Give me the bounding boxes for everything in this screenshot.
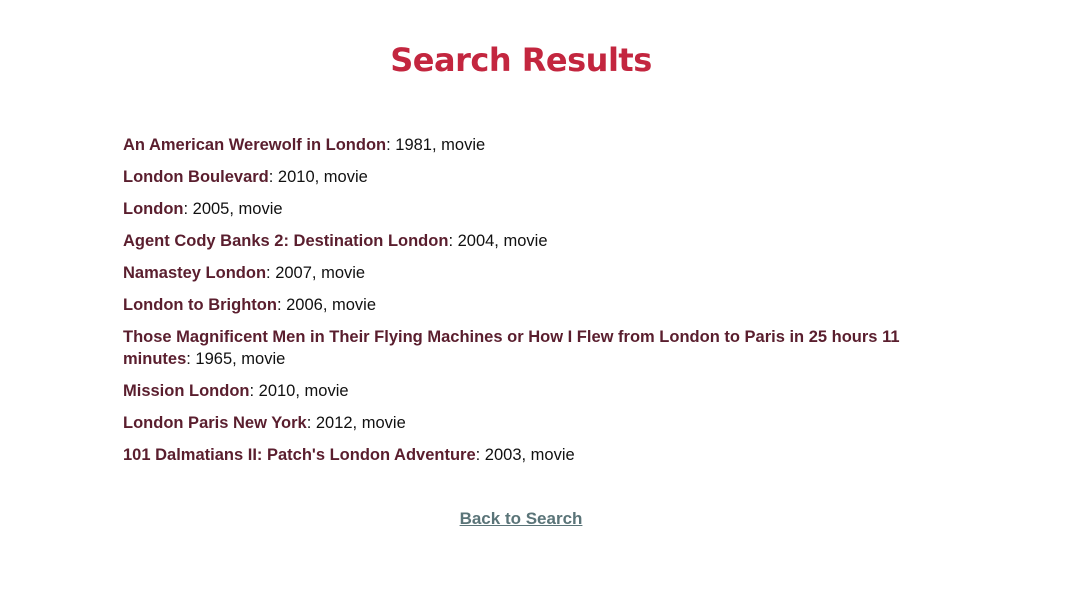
result-item: Mission London: 2010, movie [123, 380, 923, 402]
result-title: 101 Dalmatians II: Patch's London Advent… [123, 446, 476, 464]
result-item: Agent Cody Banks 2: Destination London: … [123, 230, 923, 252]
result-item: Those Magnificent Men in Their Flying Ma… [123, 326, 923, 370]
result-meta: : 1965, movie [186, 350, 286, 368]
result-item: London Boulevard: 2010, movie [123, 166, 923, 188]
result-meta: : 2012, movie [306, 414, 406, 432]
result-meta: : 2010, movie [249, 382, 349, 400]
results-list: An American Werewolf in London: 1981, mo… [123, 134, 923, 476]
search-results-page: Search Results An American Werewolf in L… [0, 0, 1066, 615]
result-meta: : 2007, movie [266, 264, 366, 282]
result-item: 101 Dalmatians II: Patch's London Advent… [123, 444, 923, 466]
result-meta: : 2006, movie [276, 296, 377, 314]
result-item: An American Werewolf in London: 1981, mo… [123, 134, 923, 156]
result-title: Agent Cody Banks 2: Destination London [123, 232, 449, 250]
result-title: London to Brighton [123, 296, 277, 314]
result-title: London Boulevard [123, 168, 269, 186]
result-item: London: 2005, movie [123, 198, 923, 220]
result-item: London to Brighton: 2006, movie [123, 294, 923, 316]
result-meta: : 1981, movie [386, 136, 486, 154]
result-meta: : 2005, movie [183, 200, 283, 218]
result-meta: : 2010, movie [268, 168, 368, 186]
result-item: London Paris New York: 2012, movie [123, 412, 923, 434]
result-title: London [123, 200, 184, 218]
result-title: Mission London [123, 382, 250, 400]
result-meta: : 2004, movie [448, 232, 548, 250]
result-title: Namastey London [123, 264, 267, 282]
result-title: An American Werewolf in London [123, 136, 387, 154]
result-item: Namastey London: 2007, movie [123, 262, 923, 284]
back-to-search-link[interactable]: Back to Search [0, 508, 1042, 530]
result-meta: : 2003, movie [475, 446, 575, 464]
result-title: London Paris New York [123, 414, 307, 432]
page-title: Search Results [390, 41, 652, 79]
